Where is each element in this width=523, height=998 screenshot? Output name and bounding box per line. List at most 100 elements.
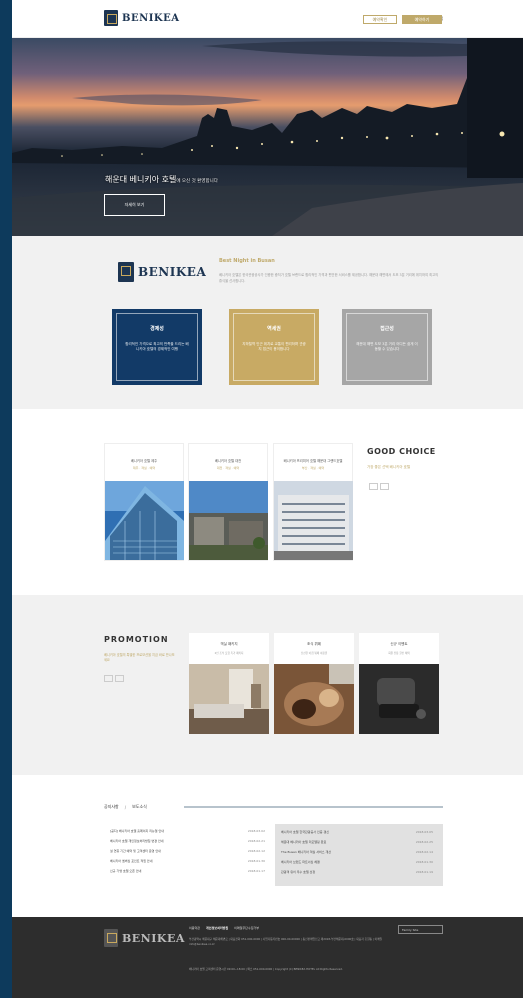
promotion-photo — [274, 664, 354, 734]
hotels-section: 베니키아 호텔 제주 제주 · 객실 · 예약 베니키아 호텔 대전 대전 · … — [12, 409, 523, 595]
promotion-photo — [359, 664, 439, 734]
hotel-photo — [105, 481, 184, 560]
promotion-description: 베니키아 호텔의 특별한 프로모션을 지금 바로 만나보세요 — [104, 653, 175, 662]
promotion-section: PROMOTION 베니키아 호텔의 특별한 프로모션을 지금 바로 만나보세요… — [12, 595, 523, 775]
hotel-title: 베니키아 호텔 대전 — [214, 459, 242, 463]
notice-date: 2018.01.30 — [247, 859, 265, 863]
tab-divider — [184, 806, 443, 808]
card-desc: 합리적인 가격으로 최고의 만족을 드리는 베니키아 호텔의 경제적인 여행 — [125, 342, 189, 351]
good-choice-heading: GOOD CHOICE — [367, 447, 436, 456]
card-desc: 해운대 해변 도보 3분 거리 어디든 쉽게 이동할 수 있습니다 — [356, 342, 418, 351]
tab-separator: / — [124, 804, 127, 810]
footer-link-terms[interactable]: 이용약관 — [189, 926, 200, 930]
tab-notice[interactable]: 공지사항 — [104, 804, 119, 810]
notice-text: 베니키아 멤버십 포인트 적립 안내 — [110, 859, 153, 863]
hero-more-button[interactable]: 자세히 보기 — [104, 194, 165, 216]
logo-mark-icon — [104, 10, 118, 26]
notice-date: 2018.03.02 — [247, 829, 265, 833]
footer-link-email[interactable]: 이메일무단수집거부 — [234, 926, 259, 930]
footer-link-privacy[interactable]: 개인정보처리방침 — [206, 926, 228, 930]
about-description: 베니키아 호텔은 한국관광공사가 인증한 중저가 호텔 브랜드로 합리적인 가격… — [219, 273, 439, 283]
notice-date: 2018.02.14 — [415, 850, 433, 854]
tab-press[interactable]: 보도소식 — [132, 804, 147, 810]
promotion-title: 조식 뷔페 — [307, 642, 321, 646]
hotel-sub: 부산 · 객실 · 예약 — [301, 466, 325, 470]
hero-title-suffix: 에 오신 것 환영합니다 — [176, 179, 218, 184]
notice-date: 2018.01.30 — [415, 860, 433, 864]
promotion-card[interactable]: 조식 뷔페 신선한 아침 뷔페 이용권 — [274, 633, 354, 734]
promotion-card[interactable]: 객실 패키지 2인 조식 포함 특가 패키지 — [189, 633, 269, 734]
hero-cityscape-image — [12, 38, 523, 236]
notice-text: 관광객 유치 우수 호텔 선정 — [281, 870, 316, 874]
about-brand-name: BENIKEA — [138, 265, 207, 279]
next-arrow-icon[interactable] — [380, 483, 389, 490]
page: BENIKEA 로그인 회원가입 예약확인 예약하기 — [12, 0, 523, 998]
feature-card-economy[interactable]: 경제성 합리적인 가격으로 최고의 만족을 드리는 베니키아 호텔의 경제적인 … — [112, 309, 202, 385]
about-title: Best Night in Busan — [219, 258, 275, 264]
hotel-carousel-arrows — [369, 483, 389, 490]
family-site-select[interactable]: Family Site — [398, 925, 443, 934]
notice-text: 베니키아 브랜드 파트너십 체결 — [281, 860, 320, 864]
promotion-carousel-arrows — [104, 675, 124, 682]
footer-links: 이용약관 개인정보처리방침 이메일무단수집거부 — [189, 926, 259, 930]
good-choice-subheading: 가장 좋은 선택 베니키아 호텔 — [367, 465, 411, 469]
notice-date: 2018.02.21 — [247, 839, 265, 843]
prev-arrow-icon[interactable] — [369, 483, 378, 490]
list-item[interactable]: 설 연휴 기간 예약 및 고객센터 운영 안내 2018.02.12 — [104, 846, 275, 856]
hotel-sub: 제주 · 객실 · 예약 — [132, 466, 156, 470]
hotel-title: 베니키아 호텔 제주 — [130, 459, 158, 463]
footer: BENIKEA 이용약관 개인정보처리방침 이메일무단수집거부 Family S… — [12, 917, 523, 998]
prev-arrow-icon[interactable] — [104, 675, 113, 682]
list-item[interactable]: 베니키아 브랜드 파트너십 체결 2018.01.30 — [275, 857, 443, 867]
notice-text: The Busan 베니키아 객실 서비스 개선 — [281, 850, 331, 854]
notice-text: 베니키아 호텔 한국관광공사 인증 갱신 — [281, 830, 329, 834]
notice-text: [공지] 베니키아 호텔 홈페이지 리뉴얼 안내 — [110, 829, 165, 833]
brand-logo[interactable]: BENIKEA — [104, 10, 179, 26]
hotel-card[interactable]: 베니키아 호텔 대전 대전 · 객실 · 예약 — [188, 443, 268, 561]
about-logo: BENIKEA — [118, 262, 206, 282]
notice-text: 설 연휴 기간 예약 및 고객센터 운영 안내 — [110, 849, 161, 853]
footer-copyright: 베니키아 호텔 고객센터 운영시간 09:00~18:00 | 팩스 051-0… — [189, 967, 343, 971]
check-reservation-button[interactable]: 예약확인 — [363, 15, 397, 24]
feature-card-station[interactable]: 역세권 지하철역 인근 위치로 교통이 편리하며 관광지 접근이 용이합니다 — [229, 309, 319, 385]
footer-brand-name: BENIKEA — [122, 931, 185, 945]
notice-list-right: 베니키아 호텔 한국관광공사 인증 갱신 2018.03.05 해운대 베니키아 … — [275, 824, 443, 886]
hotel-photo — [189, 481, 268, 560]
logo-mark-icon — [118, 262, 134, 282]
list-item[interactable]: 관광객 유치 우수 호텔 선정 2018.01.19 — [275, 867, 443, 877]
notice-date: 2018.01.17 — [247, 869, 265, 873]
hotel-title: 베니키아 프리미어 호텔 해운대 그랜드호텔 — [283, 459, 343, 463]
promotion-photo — [189, 664, 269, 734]
list-item[interactable]: [공지] 베니키아 호텔 홈페이지 리뉴얼 안내 2018.03.02 — [104, 826, 275, 836]
hotel-photo — [274, 481, 353, 560]
list-item[interactable]: 베니키아 호텔 한국관광공사 인증 갱신 2018.03.05 — [275, 827, 443, 837]
notice-date: 2018.03.05 — [415, 830, 433, 834]
logo-mark-icon — [104, 929, 118, 947]
hotel-card[interactable]: 베니키아 프리미어 호텔 해운대 그랜드호텔 부산 · 객실 · 예약 — [273, 443, 353, 561]
feature-card-access[interactable]: 접근성 해운대 해변 도보 3분 거리 어디든 쉽게 이동할 수 있습니다 — [342, 309, 432, 385]
hero-title-main: 해운대 베니키아 호텔 — [105, 175, 177, 184]
card-title: 접근성 — [380, 326, 394, 332]
promotion-desc: 신선한 아침 뷔페 이용권 — [300, 652, 328, 655]
list-item[interactable]: The Busan 베니키아 객실 서비스 개선 2018.02.14 — [275, 847, 443, 857]
promotion-heading: PROMOTION — [104, 635, 169, 644]
list-item[interactable]: 신규 가맹 호텔 오픈 안내 2018.01.17 — [104, 866, 275, 876]
notice-section: 공지사항 / 보도소식 [공지] 베니키아 호텔 홈페이지 리뉴얼 안내 2018… — [12, 775, 523, 917]
list-item[interactable]: 베니키아 호텔 개인정보처리방침 변경 안내 2018.02.21 — [104, 836, 275, 846]
brand-name: BENIKEA — [122, 12, 180, 24]
card-title: 역세권 — [267, 326, 281, 332]
notice-text: 해운대 베니키아 호텔 리모델링 완료 — [281, 840, 327, 844]
hotel-card[interactable]: 베니키아 호텔 제주 제주 · 객실 · 예약 — [104, 443, 184, 561]
card-title: 경제성 — [150, 326, 164, 332]
card-desc: 지하철역 인근 위치로 교통이 편리하며 관광지 접근이 용이합니다 — [242, 342, 306, 351]
footer-logo: BENIKEA — [104, 929, 185, 947]
next-arrow-icon[interactable] — [115, 675, 124, 682]
notice-list-left: [공지] 베니키아 호텔 홈페이지 리뉴얼 안내 2018.03.02 베니키아 … — [104, 826, 275, 886]
list-item[interactable]: 해운대 베니키아 호텔 리모델링 완료 2018.02.25 — [275, 837, 443, 847]
promotion-card[interactable]: 신규 이벤트 회원 전용 할인 혜택 — [359, 633, 439, 734]
book-now-button[interactable]: 예약하기 — [402, 15, 442, 24]
list-item[interactable]: 베니키아 멤버십 포인트 적립 안내 2018.01.30 — [104, 856, 275, 866]
notice-text: 신규 가맹 호텔 오픈 안내 — [110, 869, 142, 873]
promotion-title: 객실 패키지 — [220, 642, 238, 646]
hero-title: 해운대 베니키아 호텔에 오신 것 환영합니다 — [105, 174, 218, 185]
